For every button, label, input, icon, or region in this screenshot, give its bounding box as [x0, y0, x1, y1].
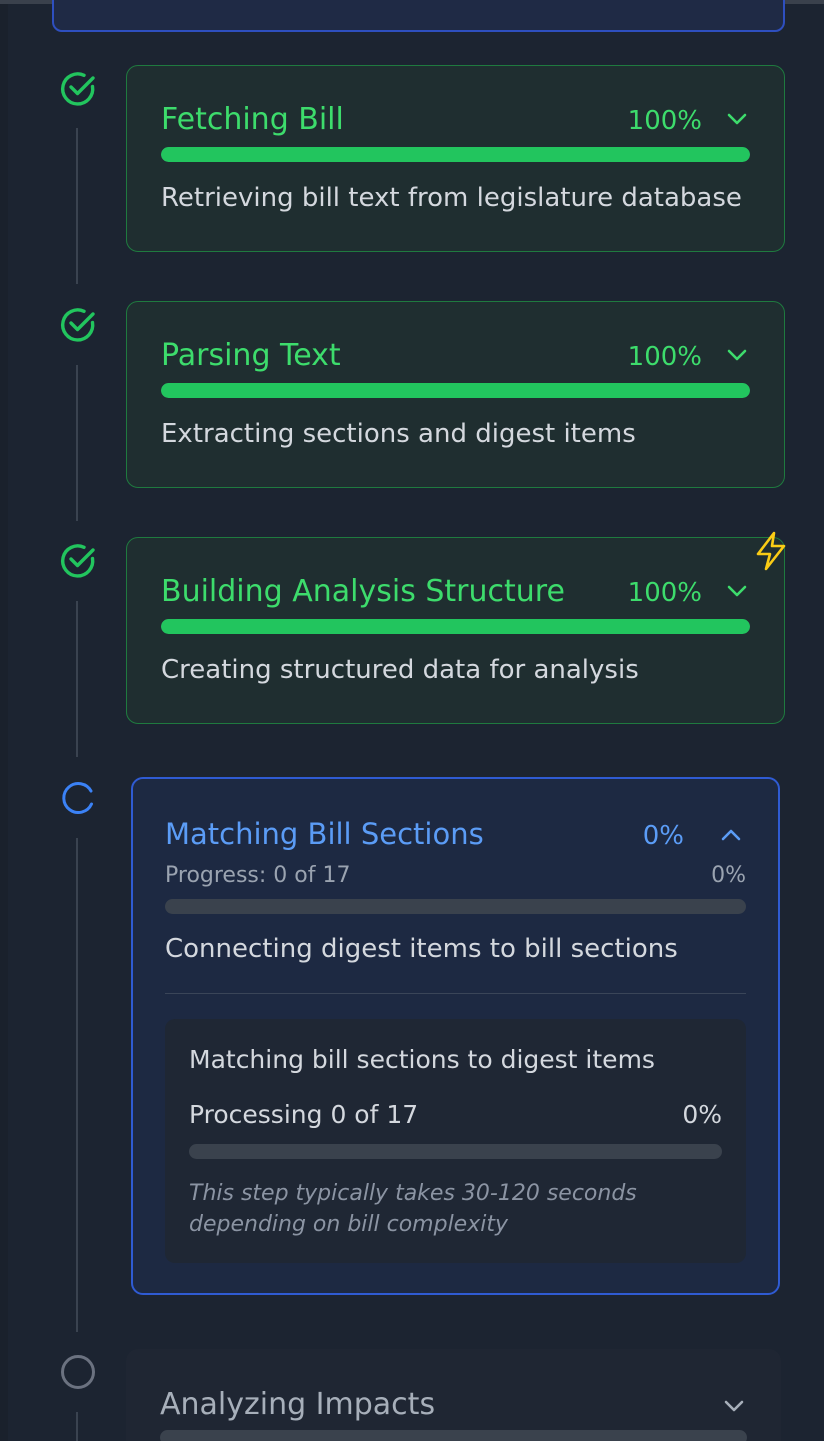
step-progress-fill [161, 383, 750, 398]
progress-label: Progress: 0 of 17 [165, 863, 351, 888]
timeline-connector [76, 365, 78, 521]
step-percent: 100% [627, 106, 702, 136]
step-card-parsing-text[interactable]: Parsing Text 100% Extracting sections an… [126, 301, 785, 488]
step-card-analyzing-impacts[interactable]: Analyzing Impacts [126, 1349, 781, 1441]
chevron-down-icon[interactable] [723, 1399, 745, 1413]
step-description: Connecting digest items to bill sections [165, 934, 678, 964]
divider [165, 993, 746, 994]
timeline-connector [76, 601, 78, 757]
step-description: Extracting sections and digest items [161, 419, 636, 449]
step-card-matching-bill-sections[interactable]: Matching Bill Sections 0% Progress: 0 of… [131, 777, 780, 1295]
step-description: Retrieving bill text from legislature da… [161, 183, 742, 213]
step-title: Fetching Bill [161, 102, 344, 137]
timeline-connector [76, 838, 78, 1332]
processing-label: Processing 0 of 17 [189, 1100, 419, 1129]
check-circle-icon [58, 541, 98, 581]
duration-note: This step typically takes 30-120 seconds… [189, 1181, 637, 1237]
step-title: Building Analysis Structure [161, 574, 565, 609]
check-circle-icon [58, 69, 98, 109]
chevron-down-icon[interactable] [726, 112, 748, 126]
chevron-up-icon[interactable] [720, 828, 742, 842]
step-progress-bar [165, 899, 746, 914]
step-title: Matching Bill Sections [165, 817, 484, 851]
chevron-down-icon[interactable] [726, 584, 748, 598]
timeline-connector [76, 128, 78, 284]
step-card-building-analysis-structure[interactable]: Building Analysis Structure 100% Creatin… [126, 537, 785, 724]
check-circle-icon [58, 305, 98, 345]
processing-percent: 0% [682, 1100, 722, 1129]
step-title: Parsing Text [161, 338, 341, 373]
step-percent: 0% [642, 821, 684, 851]
spinner-icon [58, 778, 98, 818]
step-progress-bar [160, 1430, 747, 1441]
step-progress-bar [161, 383, 750, 398]
empty-circle-icon [58, 1352, 98, 1392]
step-progress-bar [161, 619, 750, 634]
progress-percent: 0% [711, 863, 746, 888]
lightning-bolt-icon [752, 530, 790, 572]
processing-progress-bar [189, 1144, 722, 1159]
step-card-fetching-bill[interactable]: Fetching Bill 100% Retrieving bill text … [126, 65, 785, 252]
chevron-down-icon[interactable] [726, 348, 748, 362]
previous-card-edge [52, 0, 785, 32]
analysis-progress-view: Fetching Bill 100% Retrieving bill text … [0, 0, 824, 1441]
left-gutter [0, 4, 8, 1441]
timeline-connector [76, 1412, 78, 1441]
step-description: Creating structured data for analysis [161, 655, 639, 685]
detail-title: Matching bill sections to digest items [189, 1045, 655, 1074]
step-percent: 100% [627, 342, 702, 372]
step-title: Analyzing Impacts [160, 1387, 436, 1422]
step-percent: 100% [627, 578, 702, 608]
step-progress-fill [161, 147, 750, 162]
step-progress-fill [161, 619, 750, 634]
step-progress-bar [161, 147, 750, 162]
step-detail-panel: Matching bill sections to digest items P… [165, 1019, 746, 1263]
